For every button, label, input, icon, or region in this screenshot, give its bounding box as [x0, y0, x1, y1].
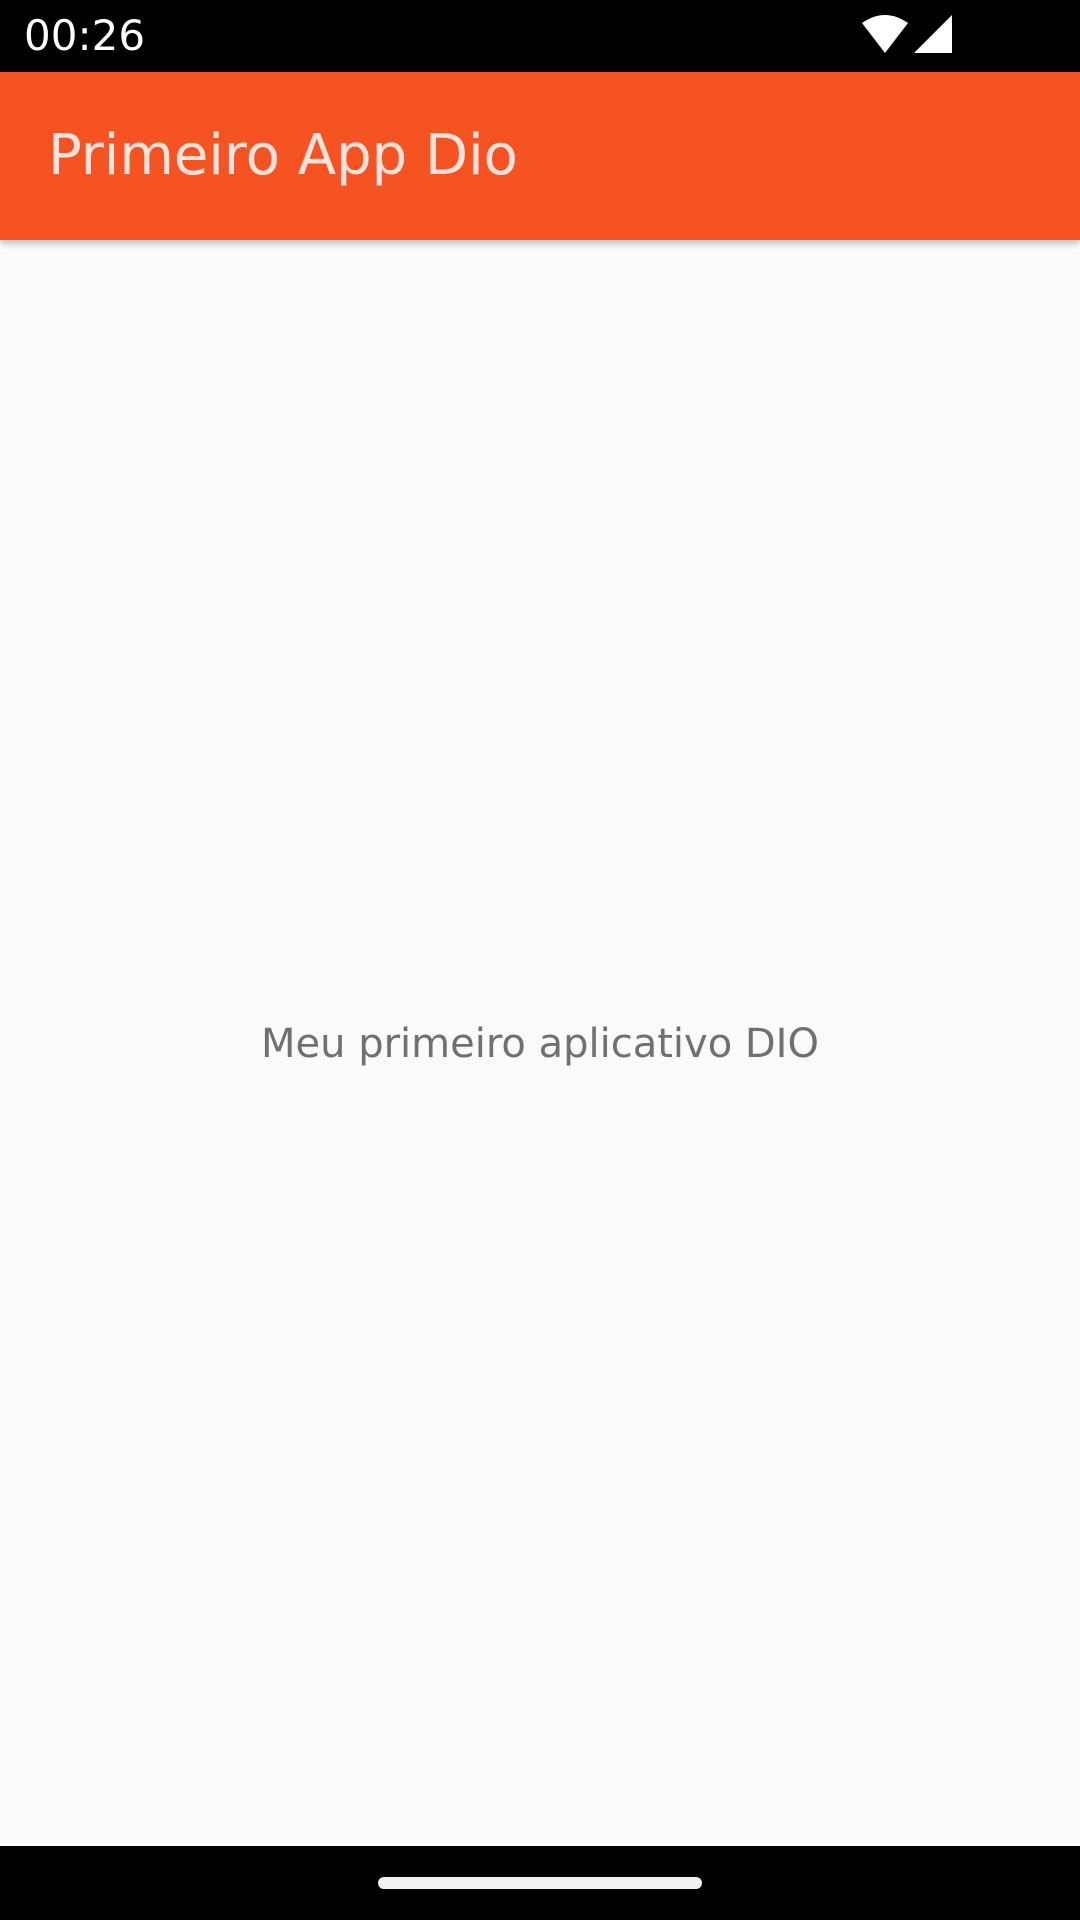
status-bar: 00:26	[0, 0, 1080, 72]
app-bar: Primeiro App Dio	[0, 72, 1080, 240]
app-title: Primeiro App Dio	[48, 123, 518, 188]
main-content: Meu primeiro aplicativo DIO	[0, 240, 1080, 1846]
body-text: Meu primeiro aplicativo DIO	[261, 1021, 819, 1067]
navigation-bar	[0, 1846, 1080, 1920]
home-gesture-handle[interactable]	[378, 1877, 702, 1889]
status-icons	[862, 15, 952, 57]
cellular-signal-icon	[914, 15, 952, 57]
wifi-icon	[862, 15, 908, 57]
status-time: 00:26	[24, 11, 146, 60]
